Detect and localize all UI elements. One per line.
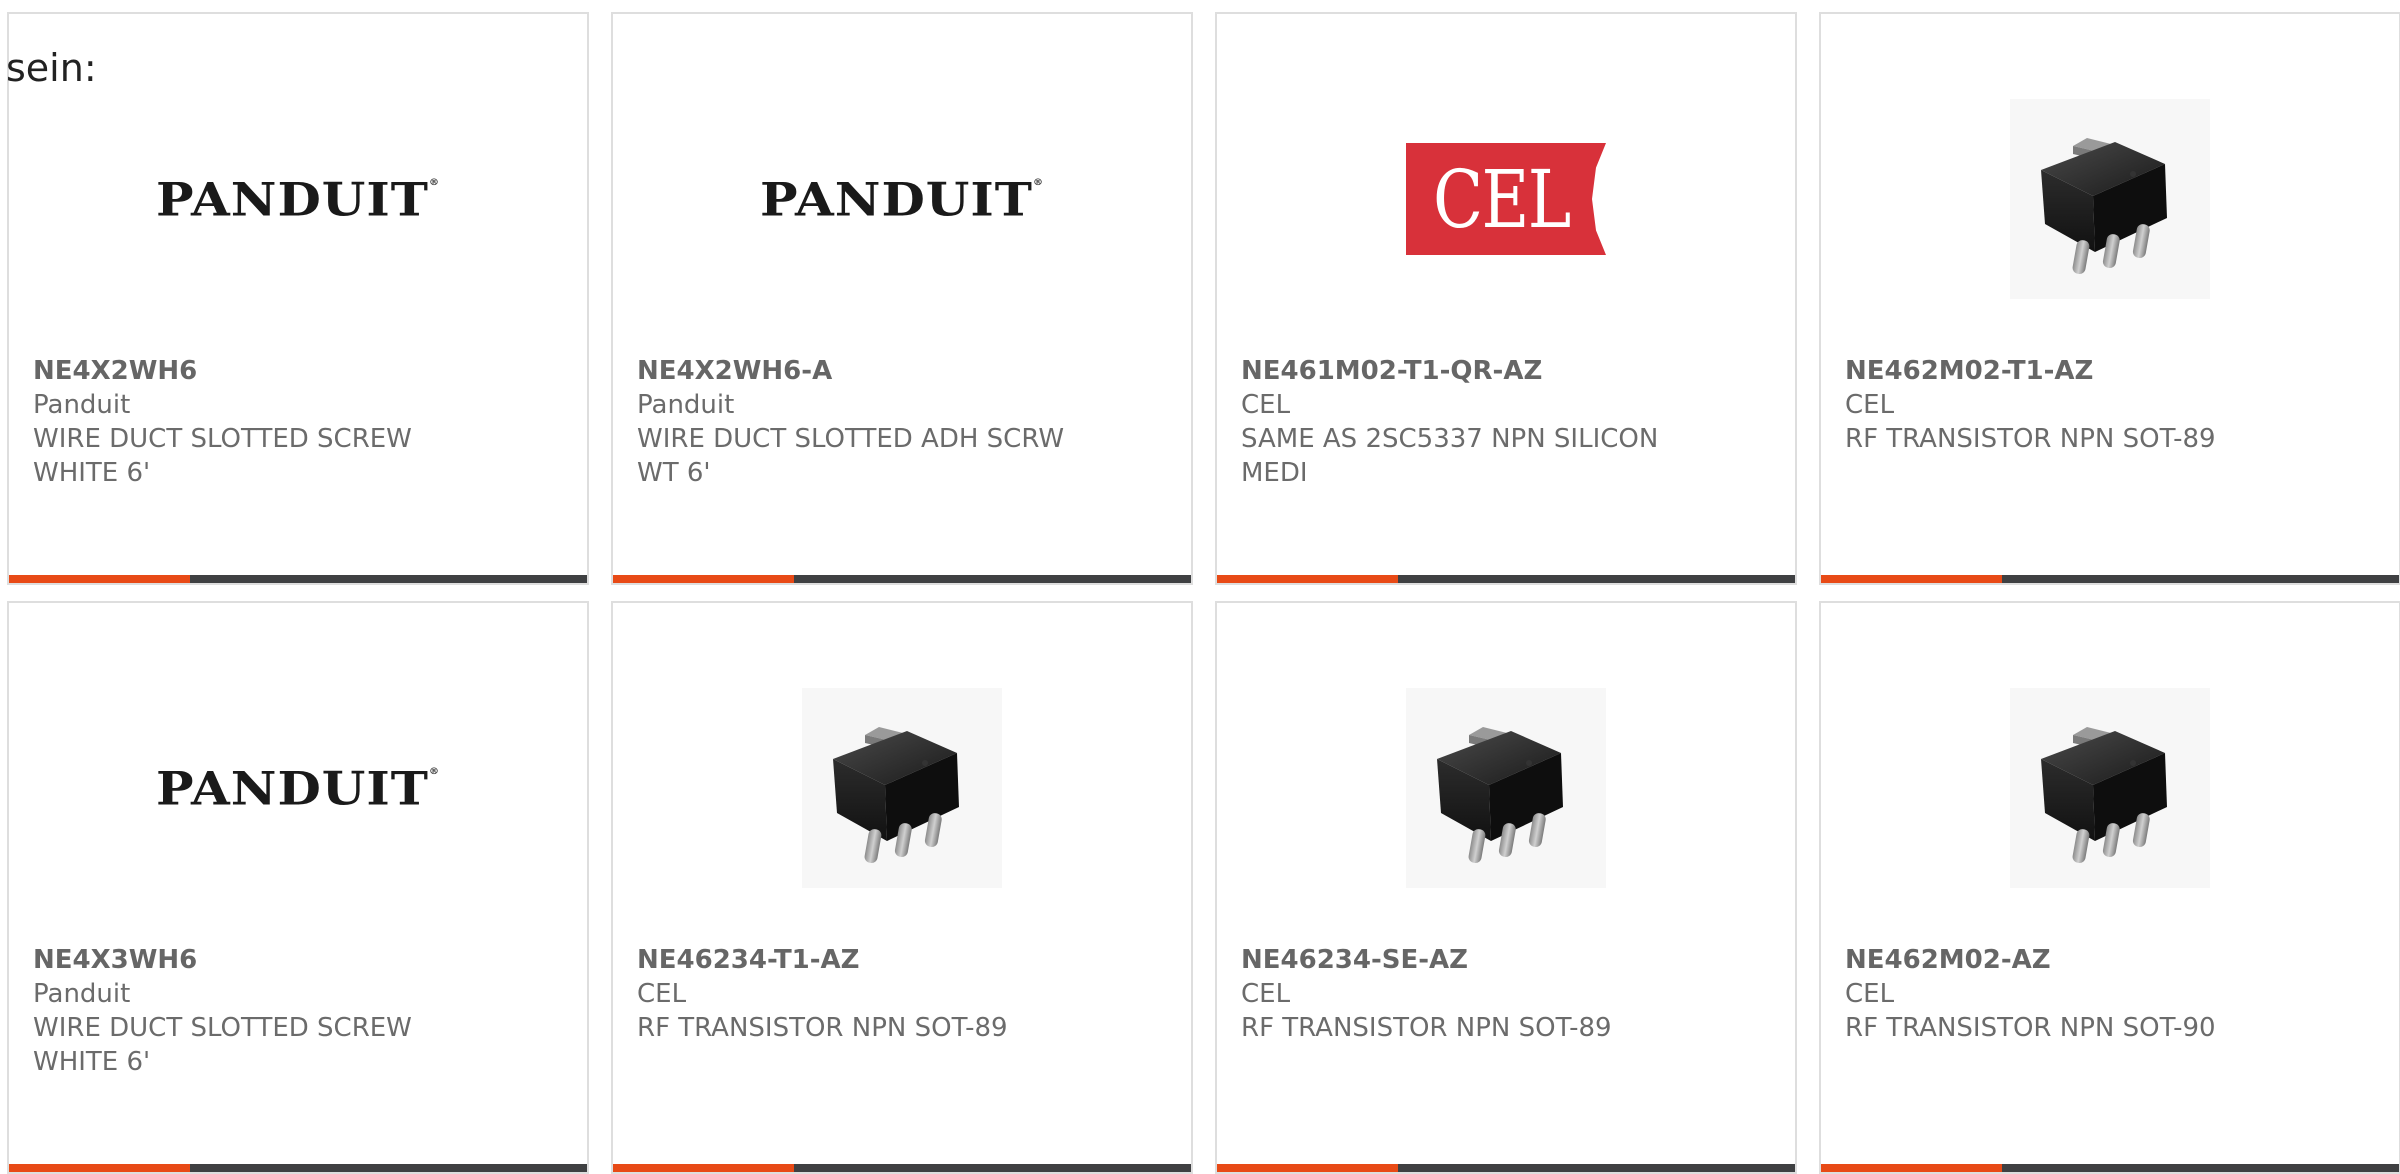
product-card[interactable]: PANDUIT® NE4X2WH6 Panduit WIRE DUCT SLOT… [7,12,589,585]
product-info: NE46234-T1-AZ CEL RF TRANSISTOR NPN SOT-… [637,943,1167,1045]
manufacturer: CEL [1845,390,1895,420]
transistor-photo [2010,688,2210,888]
transistor-photo [2010,99,2210,299]
product-card[interactable]: NE462M02-AZ CEL RF TRANSISTOR NPN SOT-90 [1819,601,2400,1174]
card-accent-bar [613,575,794,583]
product-info: NE4X2WH6 Panduit WIRE DUCT SLOTTED SCREW… [33,354,563,490]
part-number[interactable]: NE4X2WH6 [33,354,563,388]
transistor-photo [802,688,1002,888]
description: SAME AS 2SC5337 NPN SILICON MEDI [1241,424,1659,488]
manufacturer: Panduit [33,390,131,420]
card-accent-bar [1821,1164,2002,1172]
description: RF TRANSISTOR NPN SOT-89 [1845,424,2216,454]
part-number[interactable]: NE4X2WH6-A [637,354,1167,388]
manufacturer: CEL [1241,390,1291,420]
manufacturer: CEL [637,979,687,1009]
part-number[interactable]: NE462M02-AZ [1845,943,2375,977]
description: RF TRANSISTOR NPN SOT-89 [1241,1013,1612,1043]
manufacturer: Panduit [33,979,131,1009]
card-accent-bar [1217,575,1398,583]
product-info: NE46234-SE-AZ CEL RF TRANSISTOR NPN SOT-… [1241,943,1771,1045]
manufacturer: Panduit [637,390,735,420]
card-accent-bar [1821,575,2002,583]
product-image: PANDUIT® [9,658,587,918]
product-grid: PANDUIT® NE4X2WH6 Panduit WIRE DUCT SLOT… [7,12,2400,1174]
manufacturer: CEL [1845,979,1895,1009]
manufacturer: CEL [1241,979,1291,1009]
card-accent-bar [9,1164,190,1172]
card-accent-bar [1217,1164,1398,1172]
part-number[interactable]: NE4X3WH6 [33,943,563,977]
description: RF TRANSISTOR NPN SOT-90 [1845,1013,2216,1043]
part-number[interactable]: NE46234-T1-AZ [637,943,1167,977]
product-card[interactable]: NE46234-SE-AZ CEL RF TRANSISTOR NPN SOT-… [1215,601,1797,1174]
description: WIRE DUCT SLOTTED SCREW WHITE 6' [33,424,412,488]
part-number[interactable]: NE462M02-T1-AZ [1845,354,2375,388]
product-card[interactable]: CEL NE461M02-T1-QR-AZ CEL SAME AS 2SC533… [1215,12,1797,585]
panduit-logo: PANDUIT® [759,171,1044,227]
product-info: NE461M02-T1-QR-AZ CEL SAME AS 2SC5337 NP… [1241,354,1771,490]
product-image [1821,69,2399,329]
product-card[interactable]: NE46234-T1-AZ CEL RF TRANSISTOR NPN SOT-… [611,601,1193,1174]
product-card[interactable]: NE462M02-T1-AZ CEL RF TRANSISTOR NPN SOT… [1819,12,2400,585]
panduit-logo: PANDUIT® [155,760,440,816]
product-info: NE4X2WH6-A Panduit WIRE DUCT SLOTTED ADH… [637,354,1167,490]
product-card[interactable]: PANDUIT® NE4X3WH6 Panduit WIRE DUCT SLOT… [7,601,589,1174]
product-info: NE462M02-T1-AZ CEL RF TRANSISTOR NPN SOT… [1845,354,2375,456]
description: WIRE DUCT SLOTTED ADH SCRW WT 6' [637,424,1065,488]
product-image: PANDUIT® [9,69,587,329]
description: RF TRANSISTOR NPN SOT-89 [637,1013,1008,1043]
part-number[interactable]: NE46234-SE-AZ [1241,943,1771,977]
transistor-photo [1406,688,1606,888]
description: WIRE DUCT SLOTTED SCREW WHITE 6' [33,1013,412,1077]
card-accent-bar [613,1164,794,1172]
part-number[interactable]: NE461M02-T1-QR-AZ [1241,354,1771,388]
panduit-logo: PANDUIT® [155,171,440,227]
product-info: NE4X3WH6 Panduit WIRE DUCT SLOTTED SCREW… [33,943,563,1079]
product-image [1821,658,2399,918]
product-card[interactable]: PANDUIT® NE4X2WH6-A Panduit WIRE DUCT SL… [611,12,1193,585]
card-accent-bar [9,575,190,583]
product-info: NE462M02-AZ CEL RF TRANSISTOR NPN SOT-90 [1845,943,2375,1045]
product-image [1217,658,1795,918]
product-image: CEL [1217,69,1795,329]
product-image: PANDUIT® [613,69,1191,329]
cel-logo: CEL [1406,143,1606,255]
intro-text: sein: [6,46,97,90]
product-image [613,658,1191,918]
